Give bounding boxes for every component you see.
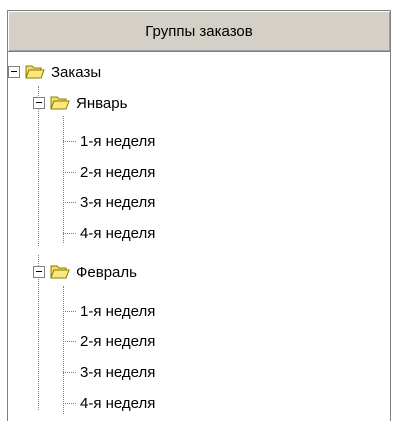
tree-connector [63, 372, 76, 373]
order-groups-panel: Группы заказов Заказы Январь 1-я неделя … [7, 10, 391, 421]
tree-node-label: 2-я неделя [80, 163, 156, 181]
order-tree: Заказы Январь 1-я неделя 2-я неделя 3-я … [8, 52, 390, 421]
tree-connector [63, 341, 76, 342]
tree-connector [63, 233, 76, 234]
tree-connector [63, 311, 76, 312]
tree-node-label: Январь [76, 94, 128, 112]
open-folder-icon [50, 96, 70, 110]
tree-node-week[interactable]: 2-я неделя [80, 158, 155, 186]
column-header[interactable]: Группы заказов [8, 11, 390, 52]
tree-node-week[interactable]: 1-я неделя [80, 127, 155, 155]
tree-node-week[interactable]: 3-я неделя [80, 188, 155, 216]
tree-node-week[interactable]: 1-я неделя [80, 297, 155, 325]
tree-node-label: Февраль [76, 263, 137, 281]
tree-node-week[interactable]: 3-я неделя [80, 358, 155, 386]
column-header-title: Группы заказов [145, 22, 253, 40]
tree-node-week[interactable]: 4-я неделя [80, 389, 155, 417]
tree-connector [63, 403, 76, 404]
tree-node-january[interactable]: Январь [33, 89, 127, 117]
tree-node-label: Заказы [51, 63, 102, 81]
tree-node-label: 1-я неделя [80, 302, 156, 320]
tree-connector [63, 141, 76, 142]
tree-connector [63, 286, 64, 414]
tree-node-label: 1-я неделя [80, 132, 156, 150]
open-folder-icon [50, 265, 70, 279]
open-folder-icon [25, 65, 45, 79]
tree-node-february[interactable]: Февраль [33, 258, 137, 286]
tree-connector [63, 116, 64, 243]
tree-node-label: 4-я неделя [80, 394, 156, 412]
tree-node-label: 3-я неделя [80, 363, 156, 381]
tree-connector [63, 172, 76, 173]
tree-node-label: 3-я неделя [80, 193, 156, 211]
collapse-minus-icon[interactable] [33, 97, 45, 109]
tree-node-week[interactable]: 2-я неделя [80, 327, 155, 355]
tree-node-label: 4-я неделя [80, 224, 156, 242]
tree-node-orders[interactable]: Заказы [8, 58, 101, 86]
tree-connector [63, 202, 76, 203]
collapse-minus-icon[interactable] [8, 66, 20, 78]
collapse-minus-icon[interactable] [33, 266, 45, 278]
tree-node-week[interactable]: 4-я неделя [80, 219, 155, 247]
tree-node-label: 2-я неделя [80, 332, 156, 350]
